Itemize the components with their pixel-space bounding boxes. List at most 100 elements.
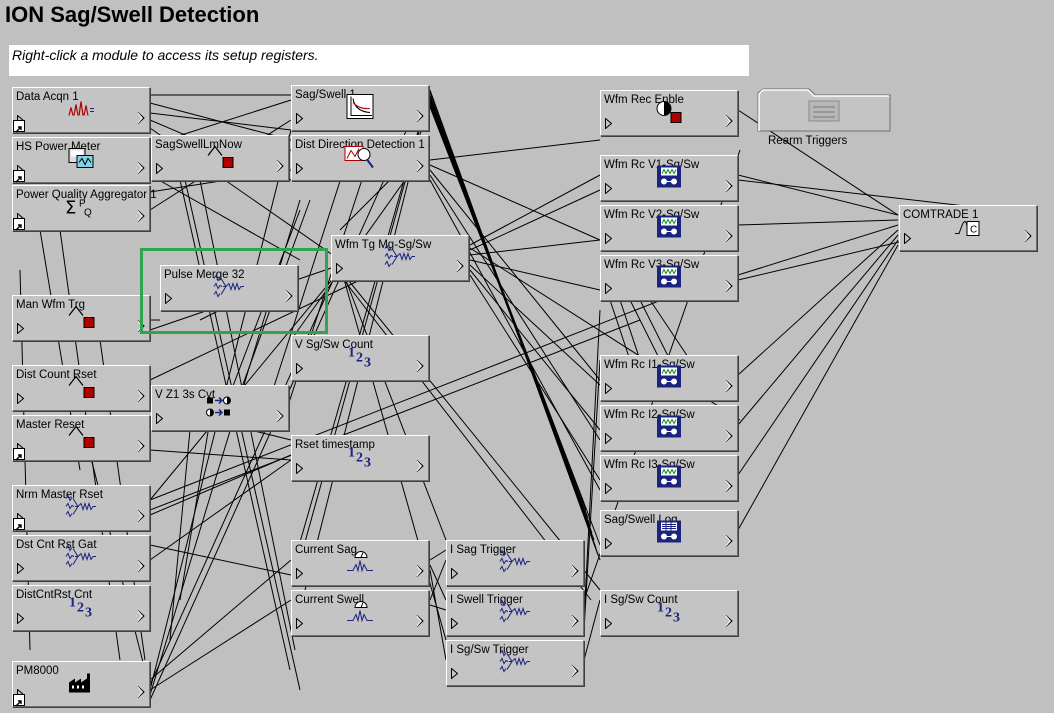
module-v-z1-3s-cvt[interactable]: V Z1 3s Cvt: [151, 385, 289, 431]
module-wfm-rc-i2[interactable]: Wfm Rc I2-Sg/Sw: [600, 405, 738, 451]
converter-icon: [204, 393, 236, 424]
module-wfm-rc-i1[interactable]: Wfm Rc I1-Sg/Sw: [600, 355, 738, 401]
input-arrow-icon[interactable]: [605, 483, 612, 494]
input-arrow-icon[interactable]: [605, 118, 612, 129]
svg-text:3: 3: [85, 605, 92, 619]
input-arrow-icon[interactable]: [605, 618, 612, 629]
input-arrow-icon[interactable]: [904, 233, 911, 244]
output-arrow-icon[interactable]: [137, 440, 145, 452]
module-dst-cnt-rst-gat[interactable]: Dst Cnt Rst Gat: [12, 535, 150, 581]
connection-wire: [469, 174, 601, 246]
output-arrow-icon[interactable]: [725, 430, 733, 442]
input-arrow-icon[interactable]: [296, 113, 303, 124]
output-arrow-icon[interactable]: [571, 665, 579, 677]
module-i-sgsw-count[interactable]: I Sg/Sw Count 1 2 3: [600, 590, 738, 636]
input-arrow-icon[interactable]: [451, 568, 458, 579]
module-i-sgsw-trigger[interactable]: I Sg/Sw Trigger: [446, 640, 584, 686]
output-arrow-icon[interactable]: [725, 280, 733, 292]
factory-icon: [67, 671, 95, 698]
output-arrow-icon[interactable]: [725, 615, 733, 627]
output-arrow-icon[interactable]: [1024, 230, 1032, 242]
output-arrow-icon[interactable]: [416, 615, 424, 627]
output-arrow-icon[interactable]: [571, 565, 579, 577]
output-arrow-icon[interactable]: [725, 380, 733, 392]
input-arrow-icon[interactable]: [156, 413, 163, 424]
module-distcntrst-cnt[interactable]: DistCntRst Cnt 1 2 3: [12, 585, 150, 631]
output-arrow-icon[interactable]: [137, 610, 145, 622]
input-arrow-icon[interactable]: [17, 323, 24, 334]
output-arrow-icon[interactable]: [725, 115, 733, 127]
module-dist-count-rset[interactable]: Dist Count Rset: [12, 365, 150, 411]
output-arrow-icon[interactable]: [137, 210, 145, 222]
module-sag-swell-1[interactable]: Sag/Swell 1: [291, 85, 429, 131]
output-arrow-icon[interactable]: [416, 110, 424, 122]
module-rset-timestamp[interactable]: Rset timestamp 1 2 3: [291, 435, 429, 481]
input-arrow-icon[interactable]: [17, 393, 24, 404]
input-arrow-icon[interactable]: [451, 618, 458, 629]
module-dist-direction[interactable]: Dist Direction Detection 1: [291, 135, 429, 181]
output-arrow-icon[interactable]: [276, 160, 284, 172]
output-arrow-icon[interactable]: [137, 510, 145, 522]
module-nrm-master-rset[interactable]: Nrm Master Rset: [12, 485, 150, 531]
input-arrow-icon[interactable]: [156, 163, 163, 174]
module-current-sag[interactable]: Current Sag: [291, 540, 429, 586]
input-arrow-icon[interactable]: [296, 463, 303, 474]
svg-text:1: 1: [348, 345, 355, 360]
input-arrow-icon[interactable]: [605, 538, 612, 549]
output-arrow-icon[interactable]: [416, 460, 424, 472]
module-wfm-rc-v2[interactable]: Wfm Rc V2-Sg/Sw: [600, 205, 738, 251]
module-i-sag-trigger[interactable]: I Sag Trigger: [446, 540, 584, 586]
output-arrow-icon[interactable]: [725, 180, 733, 192]
module-wfm-rc-i3[interactable]: Wfm Rc I3-Sg/Sw: [600, 455, 738, 501]
sum-pq-icon: ΣPQ: [64, 194, 98, 223]
module-man-wfm-trg[interactable]: Man Wfm Trg: [12, 295, 150, 341]
output-arrow-icon[interactable]: [571, 615, 579, 627]
output-arrow-icon[interactable]: [137, 390, 145, 402]
connection-wire: [469, 239, 601, 256]
input-arrow-icon[interactable]: [605, 433, 612, 444]
output-arrow-icon[interactable]: [276, 410, 284, 422]
module-pm8000[interactable]: PM8000: [12, 661, 150, 707]
module-v-sgsw-count[interactable]: V Sg/Sw Count 1 2 3: [291, 335, 429, 381]
rearm-triggers-folder[interactable]: [757, 87, 891, 132]
output-arrow-icon[interactable]: [416, 565, 424, 577]
input-arrow-icon[interactable]: [605, 283, 612, 294]
module-master-reset[interactable]: Master Reset: [12, 415, 150, 461]
output-arrow-icon[interactable]: [416, 160, 424, 172]
module-i-swell-trigger[interactable]: I Swell Trigger: [446, 590, 584, 636]
output-arrow-icon[interactable]: [137, 162, 145, 174]
module-wfm-rec-enble[interactable]: Wfm Rec Enble: [600, 90, 738, 136]
module-sag-swell-log[interactable]: Sag/Swell Log: [600, 510, 738, 556]
input-arrow-icon[interactable]: [605, 233, 612, 244]
output-arrow-icon[interactable]: [725, 480, 733, 492]
output-arrow-icon[interactable]: [137, 112, 145, 124]
connection-wire: [737, 244, 899, 531]
output-arrow-icon[interactable]: [725, 230, 733, 242]
module-wfm-rc-v3[interactable]: Wfm Rc V3-Sg/Sw: [600, 255, 738, 301]
input-arrow-icon[interactable]: [296, 363, 303, 374]
module-wfm-tg-mg[interactable]: Wfm Tg Mg-Sg/Sw: [331, 235, 469, 281]
module-comtrade[interactable]: COMTRADE 1C: [899, 205, 1037, 251]
input-arrow-icon[interactable]: [336, 263, 343, 274]
input-arrow-icon[interactable]: [296, 618, 303, 629]
module-data-acqn[interactable]: Data Acqn 1: [12, 87, 150, 133]
module-pq-aggregator[interactable]: Power Quality Aggregator 1ΣPQ: [12, 185, 157, 231]
input-arrow-icon[interactable]: [296, 163, 303, 174]
module-current-swell[interactable]: Current Swell: [291, 590, 429, 636]
input-arrow-icon[interactable]: [17, 613, 24, 624]
output-arrow-icon[interactable]: [137, 560, 145, 572]
input-arrow-icon[interactable]: [17, 563, 24, 574]
input-arrow-icon[interactable]: [605, 383, 612, 394]
output-arrow-icon[interactable]: [456, 260, 464, 272]
input-arrow-icon[interactable]: [605, 183, 612, 194]
module-wfm-rc-v1[interactable]: Wfm Rc V1-Sg/Sw: [600, 155, 738, 201]
module-hs-power-meter[interactable]: HS Power Meter: [12, 137, 150, 183]
output-arrow-icon[interactable]: [137, 686, 145, 698]
setpoint-icon: [345, 548, 375, 579]
output-arrow-icon[interactable]: [416, 360, 424, 372]
module-sagswell-lmnow[interactable]: SagSwellLmNow: [151, 135, 289, 181]
input-arrow-icon[interactable]: [296, 568, 303, 579]
data-acquisition-icon: [66, 95, 96, 126]
input-arrow-icon[interactable]: [451, 668, 458, 679]
output-arrow-icon[interactable]: [725, 535, 733, 547]
